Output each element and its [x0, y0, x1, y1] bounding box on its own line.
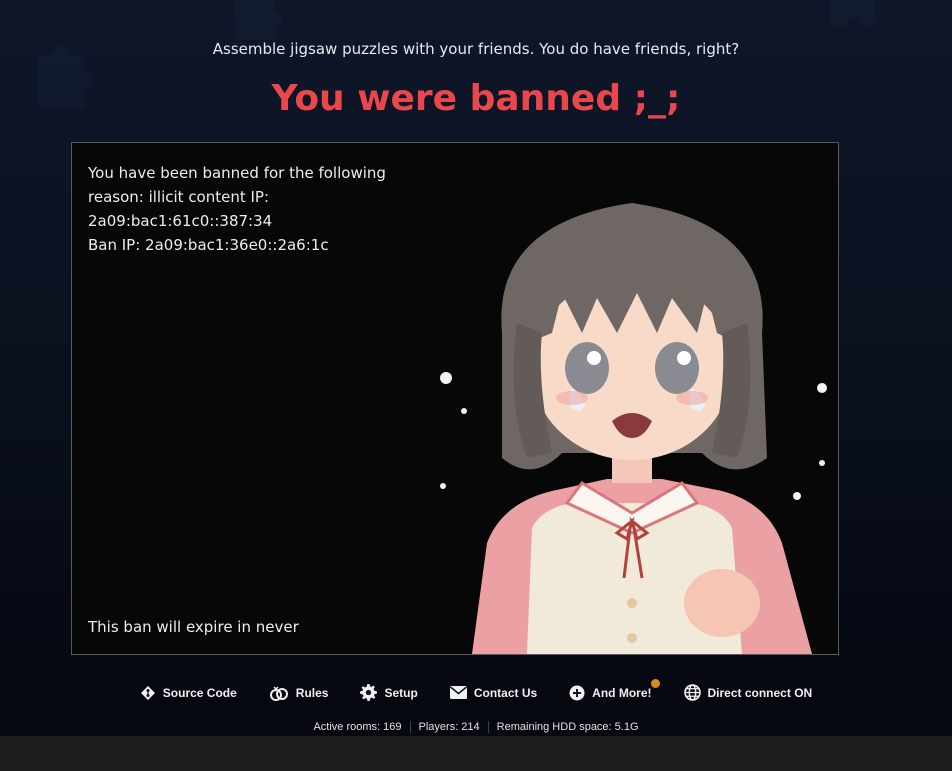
puzzle-piece-decoration	[830, 0, 875, 25]
ban-expiry: This ban will expire in never	[88, 618, 299, 636]
plus-circle-icon	[569, 685, 585, 700]
contact-us-link[interactable]: Contact Us	[434, 684, 553, 701]
and-more-link[interactable]: And More!	[553, 679, 667, 701]
rings-icon	[269, 685, 288, 701]
footer-nav: Source Code Rules Setup Contact Us And M…	[0, 679, 952, 701]
setup-link[interactable]: Setup	[344, 684, 433, 701]
direct-connect-toggle[interactable]: Direct connect ON	[668, 684, 829, 701]
nav-label: Source Code	[162, 685, 237, 700]
nav-label: And More!	[592, 685, 652, 700]
notification-dot	[650, 679, 660, 688]
ban-panel: You have been banned for the following r…	[71, 142, 839, 655]
nav-label: Contact Us	[473, 685, 538, 700]
globe-icon	[683, 684, 701, 701]
puzzle-piece-decoration	[235, 0, 282, 40]
source-code-link[interactable]: Source Code	[124, 684, 253, 701]
server-stats: Active rooms: 169 Players: 214 Remaining…	[0, 721, 952, 733]
hdd-space-stat: Remaining HDD space: 5.1G	[487, 721, 647, 733]
ban-reason-line: reason: illicit content IP: 2a09:bac1:61…	[88, 188, 273, 230]
nav-label: Rules	[295, 685, 329, 700]
rules-link[interactable]: Rules	[253, 684, 345, 701]
ban-reason-line: You have been banned for the following	[88, 164, 386, 182]
active-rooms-stat: Active rooms: 169	[313, 721, 402, 733]
gear-icon	[360, 684, 378, 701]
page-title: You were banned ;_;	[271, 78, 681, 119]
bottom-band	[0, 736, 952, 771]
nav-label: Direct connect ON	[707, 685, 813, 700]
git-icon	[140, 685, 155, 700]
envelope-icon	[449, 686, 467, 699]
ban-ip: Ban IP: 2a09:bac1:36e0::2a6:1c	[88, 236, 329, 254]
ban-reason: You have been banned for the following r…	[88, 161, 433, 257]
players-stat: Players: 214	[409, 721, 488, 733]
nav-label: Setup	[384, 685, 418, 700]
crying-girl-image	[440, 203, 827, 654]
tagline: Assemble jigsaw puzzles with your friend…	[212, 40, 740, 58]
